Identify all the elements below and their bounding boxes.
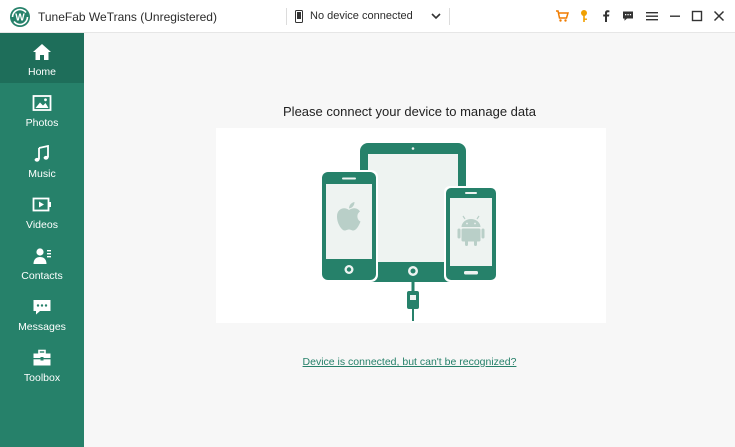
- device-not-recognized-link[interactable]: Device is connected, but can't be recogn…: [84, 356, 735, 368]
- videos-icon: [32, 197, 51, 212]
- menu-icon[interactable]: [645, 9, 659, 23]
- sidebar-item-home[interactable]: Home: [0, 33, 84, 83]
- chevron-down-icon: [431, 13, 441, 20]
- sidebar-item-label: Toolbox: [23, 372, 61, 384]
- feedback-icon[interactable]: [621, 9, 635, 23]
- maximize-icon[interactable]: [690, 9, 704, 23]
- music-icon: [34, 145, 49, 162]
- photos-icon: [32, 95, 52, 111]
- sidebar-item-label: Videos: [26, 219, 58, 231]
- app-logo-letter: W: [15, 13, 25, 24]
- messages-icon: [33, 300, 51, 315]
- title-bar: W TuneFab WeTrans (Unregistered) No devi…: [0, 0, 735, 33]
- minimize-icon[interactable]: [668, 9, 682, 23]
- android-phone-illustration: [444, 186, 498, 282]
- key-icon[interactable]: [577, 9, 591, 23]
- device-select[interactable]: No device connected: [293, 7, 445, 27]
- sidebar-item-photos[interactable]: Photos: [0, 84, 84, 134]
- sidebar: Home Photos Music Videos Contacts Messag…: [0, 33, 84, 447]
- sidebar-item-label: Photos: [25, 117, 59, 129]
- cart-icon[interactable]: [555, 9, 569, 23]
- contacts-icon: [33, 248, 51, 264]
- app-logo-icon: W: [10, 7, 30, 27]
- divider: [449, 8, 450, 25]
- sidebar-item-toolbox[interactable]: Toolbox: [0, 339, 84, 389]
- app-title: TuneFab WeTrans (Unregistered): [38, 10, 217, 24]
- sidebar-item-label: Home: [27, 66, 56, 78]
- main-panel: Please connect your device to manage dat…: [84, 33, 735, 447]
- sidebar-item-contacts[interactable]: Contacts: [0, 237, 84, 287]
- sidebar-item-messages[interactable]: Messages: [0, 288, 84, 338]
- sidebar-item-music[interactable]: Music: [0, 135, 84, 185]
- usb-cable-illustration: [407, 282, 419, 321]
- toolbox-icon: [33, 349, 51, 366]
- iphone-illustration: [320, 170, 378, 282]
- device-select-value: No device connected: [310, 10, 413, 22]
- sidebar-item-label: Music: [28, 168, 56, 180]
- device-illustration: [216, 128, 606, 323]
- sidebar-item-label: Contacts: [21, 270, 63, 282]
- home-icon: [33, 44, 51, 60]
- sidebar-item-videos[interactable]: Videos: [0, 186, 84, 236]
- sidebar-item-label: Messages: [18, 321, 66, 333]
- phone-icon: [295, 10, 303, 23]
- facebook-icon[interactable]: [599, 9, 613, 23]
- close-icon[interactable]: [712, 9, 726, 23]
- divider: [286, 8, 287, 25]
- devices-illustration: [320, 143, 498, 321]
- connect-prompt: Please connect your device to manage dat…: [283, 104, 536, 119]
